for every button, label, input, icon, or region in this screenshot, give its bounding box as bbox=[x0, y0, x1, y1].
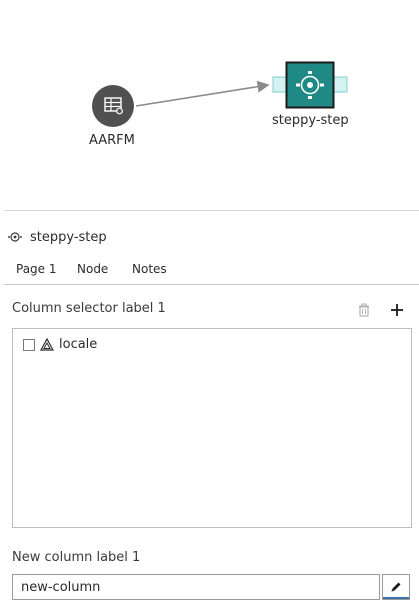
column-name: locale bbox=[59, 337, 98, 352]
source-node[interactable] bbox=[92, 85, 134, 127]
new-column-input[interactable] bbox=[12, 574, 380, 600]
flow-edge[interactable] bbox=[135, 80, 270, 107]
plus-icon[interactable] bbox=[388, 301, 406, 319]
panel-header: steppy-step bbox=[8, 228, 107, 246]
flow-graph bbox=[92, 61, 348, 127]
target-node-label: steppy-step bbox=[272, 113, 349, 128]
column-list[interactable]: locale bbox=[12, 328, 412, 528]
tab-notes[interactable]: Notes bbox=[132, 262, 167, 276]
pencil-icon bbox=[391, 582, 401, 592]
input-port[interactable] bbox=[272, 76, 288, 93]
tab-node[interactable]: Node bbox=[77, 262, 108, 276]
target-node[interactable] bbox=[285, 61, 335, 109]
trash-icon[interactable] bbox=[356, 302, 372, 318]
new-column-label: New column label 1 bbox=[12, 550, 141, 565]
flow-canvas[interactable]: AARFM steppy-step bbox=[0, 0, 419, 210]
tab-bar: Page 1 Node Notes bbox=[4, 256, 419, 285]
eye-icon bbox=[8, 232, 22, 242]
edit-button[interactable] bbox=[382, 574, 410, 600]
tab-page-1[interactable]: Page 1 bbox=[16, 262, 57, 276]
output-port[interactable] bbox=[332, 76, 348, 93]
string-type-icon bbox=[40, 337, 54, 351]
column-checkbox[interactable] bbox=[23, 338, 35, 351]
source-node-label: AARFM bbox=[89, 133, 135, 148]
panel-title: steppy-step bbox=[30, 229, 107, 245]
panel-divider bbox=[4, 210, 419, 211]
list-item[interactable]: locale bbox=[23, 337, 97, 352]
column-selector-label: Column selector label 1 bbox=[12, 301, 166, 316]
